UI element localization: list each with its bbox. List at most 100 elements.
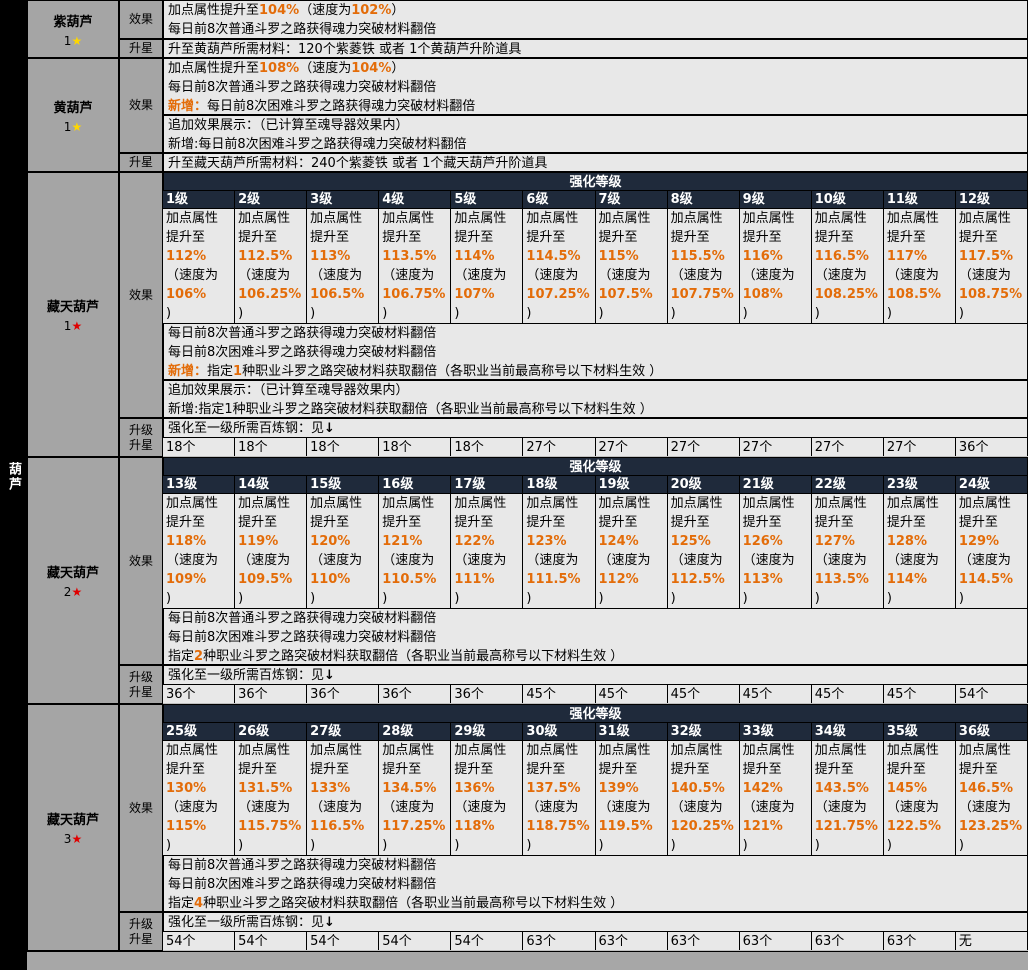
- level-effect-cell: 加点属性 提升至 134.5% （速度为 117.25%): [379, 741, 452, 856]
- level-effect-cell: 加点属性 提升至 145% （速度为 122.5%): [883, 741, 956, 856]
- attr-label: 加点属性: [454, 496, 507, 511]
- name-cell-tian1: 藏天葫芦 1★: [27, 172, 119, 457]
- speed-value: 119.5%: [598, 819, 653, 834]
- speed-label: （速度为: [238, 800, 291, 815]
- attr-label: 提升至: [886, 762, 926, 777]
- speed-label: （速度为: [454, 268, 507, 283]
- level-effect-cell: 加点属性 提升至 143.5% （速度为 121.75%): [811, 741, 884, 856]
- star-level: 2★: [63, 585, 83, 599]
- level-effect-cell: 加点属性 提升至 142% （速度为 121%): [739, 741, 812, 856]
- gourd-name: 藏天葫芦: [46, 813, 99, 828]
- attr-label: 加点属性: [454, 743, 507, 758]
- enhance-header: 强化等级: [163, 172, 1028, 191]
- level-header-cell: 10级: [811, 191, 884, 209]
- attr-label: 加点属性: [814, 743, 867, 758]
- attr-label: 加点属性: [382, 496, 435, 511]
- attr-label: 提升至: [382, 762, 422, 777]
- star-icon: ★: [71, 119, 83, 134]
- speed-label: （速度为: [526, 800, 579, 815]
- material-cell: 63个: [739, 931, 812, 950]
- attr-label: 加点属性: [526, 211, 579, 226]
- attr-label: 加点属性: [886, 743, 939, 758]
- gourd-name: 藏天葫芦: [46, 566, 99, 581]
- attr-value: 114%: [454, 249, 495, 264]
- speed-label: （速度为: [238, 268, 291, 283]
- star-level: 1★: [63, 319, 83, 333]
- effect-row: 加点属性 提升至 112% （速度为 106%) 加点属性 提升至 112.5% （速度为 106…: [163, 209, 1028, 324]
- level-header-cell: 30级: [523, 723, 596, 741]
- level-effect-cell: 加点属性 提升至 128% （速度为 114%): [883, 494, 956, 609]
- attr-label: 提升至: [958, 515, 998, 530]
- attr-label: 加点属性: [310, 496, 363, 511]
- extra-effect-cell: 追加效果展示：（已计算至魂导器效果内） 新增:指定1种职业斗罗之路突破材料获取翻…: [163, 380, 1028, 418]
- speed-label: （速度为: [886, 800, 939, 815]
- speed-label: （速度为: [526, 268, 579, 283]
- material-cell: 18个: [163, 437, 236, 456]
- close-paren: ): [454, 838, 460, 853]
- speed-label: （速度为: [382, 553, 435, 568]
- name-cell-tian2: 藏天葫芦 2★: [27, 457, 119, 704]
- speed-label: （速度为: [742, 268, 795, 283]
- attr-value: 142%: [742, 781, 783, 796]
- attr-label: 提升至: [886, 230, 926, 245]
- effect-label: 效果: [119, 0, 163, 39]
- attr-label: 提升至: [310, 515, 350, 530]
- close-paren: ): [454, 591, 460, 606]
- star-level: 3★: [63, 832, 83, 846]
- level-effect-cell: 加点属性 提升至 116% （速度为 108%): [739, 209, 812, 324]
- close-paren: ): [382, 591, 388, 606]
- attr-label: 加点属性: [382, 211, 435, 226]
- speed-value: 110.5%: [382, 572, 437, 587]
- attr-value: 119%: [238, 534, 279, 549]
- name-cell-tian3: 藏天葫芦 3★: [27, 704, 119, 951]
- level-header-cell: 5级: [451, 191, 524, 209]
- effect-row: 加点属性 提升至 130% （速度为 115%) 加点属性 提升至 131.5% （速度为 115…: [163, 741, 1028, 856]
- level-effect-cell: 加点属性 提升至 139% （速度为 119.5%): [595, 741, 668, 856]
- speed-value: 115%: [166, 819, 207, 834]
- speed-label: （速度为: [814, 553, 867, 568]
- level-row: 1级 2级 3级 4级 5级 6级 7级 8级 9级 10级 11级 12级: [163, 191, 1028, 209]
- speed-value: 107%: [454, 287, 495, 302]
- close-paren: ): [958, 306, 964, 321]
- speed-value: 112%: [598, 572, 639, 587]
- materials-row: 18个 18个 18个 18个 18个 27个 27个 27个 27个 27个 27个 36个: [163, 437, 1028, 456]
- close-paren: ): [598, 838, 604, 853]
- effect-label: 效果: [119, 172, 163, 418]
- material-cell: 45个: [883, 684, 956, 703]
- effect-text-cell: 每日前8次普通斗罗之路获得魂力突破材料翻倍 每日前8次困难斗罗之路获得魂力突破材…: [163, 323, 1028, 380]
- attr-label: 加点属性: [670, 743, 723, 758]
- material-cell: 36个: [235, 684, 308, 703]
- level-effect-cell: 加点属性 提升至 131.5% （速度为 115.75%): [235, 741, 308, 856]
- attr-label: 加点属性: [958, 743, 1011, 758]
- level-effect-cell: 加点属性 提升至 112.5% （速度为 106.25%): [235, 209, 308, 324]
- close-paren: ): [238, 306, 244, 321]
- attr-value: 113%: [310, 249, 351, 264]
- attr-label: 提升至: [742, 762, 782, 777]
- speed-value: 116.5%: [310, 819, 365, 834]
- level-header-cell: 24级: [955, 476, 1028, 494]
- speed-value: 121.75%: [814, 819, 878, 834]
- attr-label: 提升至: [814, 230, 854, 245]
- speed-value: 115.75%: [238, 819, 302, 834]
- effect-label: 效果: [119, 704, 163, 912]
- level-header-cell: 22级: [811, 476, 884, 494]
- attr-value: 143.5%: [814, 781, 869, 796]
- close-paren: ): [166, 838, 172, 853]
- level-header-cell: 32级: [667, 723, 740, 741]
- attr-value: 131.5%: [238, 781, 293, 796]
- level-effect-cell: 加点属性 提升至 129% （速度为 114.5%): [955, 494, 1028, 609]
- speed-label: （速度为: [310, 800, 363, 815]
- arrow-down-icon: ↓: [324, 668, 335, 683]
- attr-label: 提升至: [670, 762, 710, 777]
- material-cell: 36个: [307, 684, 380, 703]
- close-paren: ): [310, 306, 316, 321]
- attr-label: 提升至: [166, 230, 206, 245]
- attr-label: 提升至: [742, 230, 782, 245]
- upgrade-level-label: 升级 升星: [119, 665, 163, 704]
- speed-label: （速度为: [598, 553, 651, 568]
- attr-label: 加点属性: [526, 496, 579, 511]
- level-header-cell: 27级: [307, 723, 380, 741]
- speed-value: 114.5%: [958, 572, 1014, 587]
- effect-text-cell: 每日前8次普通斗罗之路获得魂力突破材料翻倍 每日前8次困难斗罗之路获得魂力突破材…: [163, 855, 1028, 912]
- speed-label: （速度为: [742, 800, 795, 815]
